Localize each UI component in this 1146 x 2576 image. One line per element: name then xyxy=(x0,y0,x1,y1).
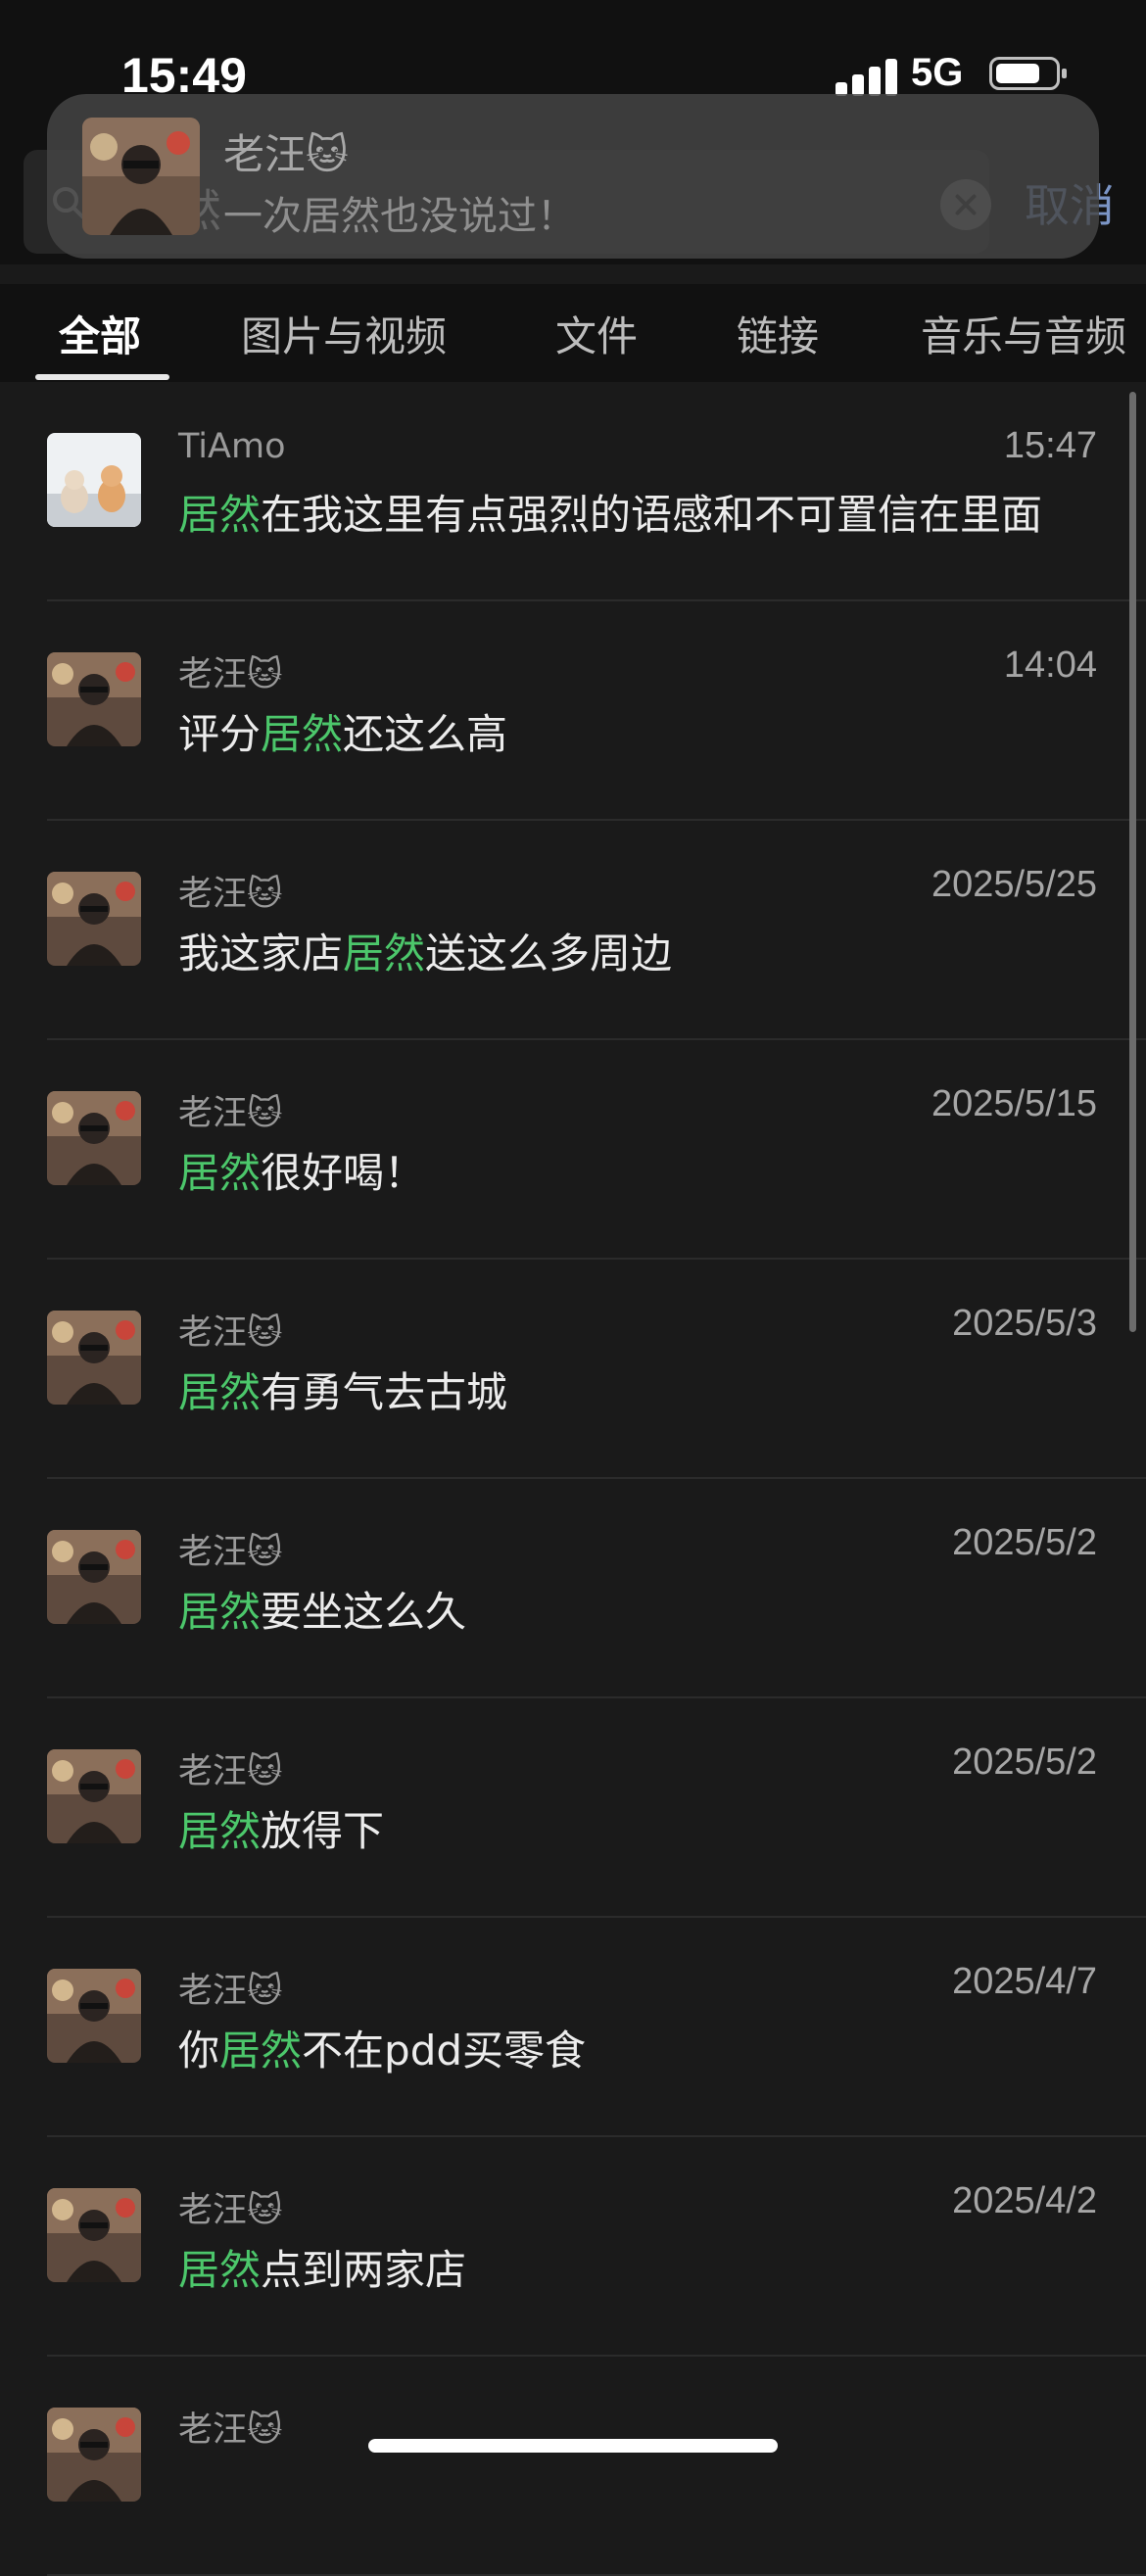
filter-tabs: 全部 图片与视频 文件 链接 音乐与音频 xyxy=(0,284,1146,382)
notification-avatar xyxy=(82,118,200,235)
message-suffix: 还这么高 xyxy=(343,710,508,758)
message-suffix: 点到两家店 xyxy=(261,2246,467,2294)
result-date: 2025/5/2 xyxy=(952,1741,1097,1783)
avatar xyxy=(47,2188,141,2282)
result-date: 2025/5/3 xyxy=(952,1303,1097,1344)
result-date: 2025/5/2 xyxy=(952,1522,1097,1563)
search-result-row[interactable]: TiAmo 15:47 居然在我这里有点强烈的语感和不可置信在里面 xyxy=(0,382,1146,601)
avatar xyxy=(47,1311,141,1405)
result-date: 2025/4/2 xyxy=(952,2180,1097,2221)
keyword-highlight: 居然 xyxy=(219,2027,303,2075)
message-suffix: 在我这里有点强烈的语感和不可置信在里面 xyxy=(261,491,1043,539)
result-sender: 老汪🐱 xyxy=(178,1752,283,1791)
result-sender: TiAmo xyxy=(178,427,286,466)
result-sender: 老汪🐱 xyxy=(178,1972,283,2011)
message-suffix: 放得下 xyxy=(261,1807,385,1855)
result-message: 居然点到两家店 xyxy=(178,2237,466,2297)
result-message: 居然有勇气去古城 xyxy=(178,1360,507,1419)
result-sender: 老汪🐱 xyxy=(178,1094,283,1133)
keyword-highlight: 居然 xyxy=(178,1149,262,1197)
keyword-highlight: 居然 xyxy=(178,491,262,539)
search-result-row[interactable]: 老汪🐱 14:04 评分居然还这么高 xyxy=(0,601,1146,821)
battery-icon xyxy=(989,57,1067,90)
result-date: 2025/5/15 xyxy=(931,1083,1097,1124)
notification-message: 一次居然也没说过！ xyxy=(223,194,576,239)
result-message: 居然在我这里有点强烈的语感和不可置信在里面 xyxy=(178,482,1042,542)
result-message: 居然放得下 xyxy=(178,1798,384,1858)
result-sender: 老汪🐱 xyxy=(178,1313,283,1353)
result-date: 2025/4/7 xyxy=(952,1961,1097,2002)
search-result-row[interactable]: 老汪🐱 xyxy=(0,2357,1146,2576)
notification-banner[interactable]: 老汪🐱 一次居然也没说过！ xyxy=(47,94,1099,259)
result-date: 2025/5/25 xyxy=(931,864,1097,905)
message-suffix: 要坐这么久 xyxy=(261,1588,467,1636)
result-sender: 老汪🐱 xyxy=(178,2191,283,2230)
keyword-highlight: 居然 xyxy=(178,1588,262,1636)
message-suffix: 很好喝！ xyxy=(261,1149,426,1197)
signal-icon xyxy=(836,57,898,96)
network-type: 5G xyxy=(911,51,964,94)
active-tab-indicator xyxy=(35,374,169,380)
tab-photos-videos[interactable]: 图片与视频 xyxy=(241,304,447,363)
message-prefix: 你 xyxy=(178,2027,220,2075)
search-result-row[interactable]: 老汪🐱 2025/4/2 居然点到两家店 xyxy=(0,2137,1146,2357)
keyword-highlight: 居然 xyxy=(178,2246,262,2294)
keyword-highlight: 居然 xyxy=(261,710,344,758)
tab-music-audio[interactable]: 音乐与音频 xyxy=(921,304,1126,363)
message-prefix: 评分 xyxy=(178,710,262,758)
result-message: 居然要坐这么久 xyxy=(178,1579,466,1639)
message-suffix: 有勇气去古城 xyxy=(261,1368,508,1416)
message-prefix: 我这家店 xyxy=(178,930,344,978)
result-sender: 老汪🐱 xyxy=(178,1533,283,1572)
search-result-row[interactable]: 老汪🐱 2025/5/3 居然有勇气去古城 xyxy=(0,1260,1146,1479)
search-result-row[interactable]: 老汪🐱 2025/5/15 居然很好喝！ xyxy=(0,1040,1146,1260)
notification-sender: 老汪🐱 xyxy=(223,130,349,178)
message-suffix: 送这么多周边 xyxy=(425,930,673,978)
search-result-row[interactable]: 老汪🐱 2025/4/7 你居然不在pdd买零食 xyxy=(0,1918,1146,2137)
result-sender: 老汪🐱 xyxy=(178,655,283,694)
tab-all[interactable]: 全部 xyxy=(59,304,141,363)
avatar xyxy=(47,2408,141,2502)
avatar xyxy=(47,872,141,966)
result-message: 我这家店居然送这么多周边 xyxy=(178,921,672,980)
search-result-row[interactable]: 老汪🐱 2025/5/2 居然要坐这么久 xyxy=(0,1479,1146,1698)
home-indicator[interactable] xyxy=(368,2439,778,2453)
keyword-highlight: 居然 xyxy=(343,930,426,978)
avatar xyxy=(47,1749,141,1843)
avatar xyxy=(47,433,141,527)
search-result-row[interactable]: 老汪🐱 2025/5/2 居然放得下 xyxy=(0,1698,1146,1918)
tab-files[interactable]: 文件 xyxy=(555,304,638,363)
message-suffix: 不在pdd买零食 xyxy=(302,2027,587,2075)
avatar xyxy=(47,1530,141,1624)
keyword-highlight: 居然 xyxy=(178,1368,262,1416)
tab-links[interactable]: 链接 xyxy=(737,304,819,363)
scrollbar[interactable] xyxy=(1129,392,1136,1332)
result-message: 居然很好喝！ xyxy=(178,1140,425,1200)
avatar xyxy=(47,1091,141,1185)
result-sender: 老汪🐱 xyxy=(178,2410,283,2450)
result-sender: 老汪🐱 xyxy=(178,875,283,914)
avatar xyxy=(47,652,141,746)
search-result-row[interactable]: 老汪🐱 2025/5/25 我这家店居然送这么多周边 xyxy=(0,821,1146,1040)
result-date: 14:04 xyxy=(1003,644,1097,686)
result-date: 15:47 xyxy=(1003,425,1097,466)
result-message: 评分居然还这么高 xyxy=(178,701,507,761)
keyword-highlight: 居然 xyxy=(178,1807,262,1855)
avatar xyxy=(47,1969,141,2063)
result-message: 你居然不在pdd买零食 xyxy=(178,2018,586,2077)
